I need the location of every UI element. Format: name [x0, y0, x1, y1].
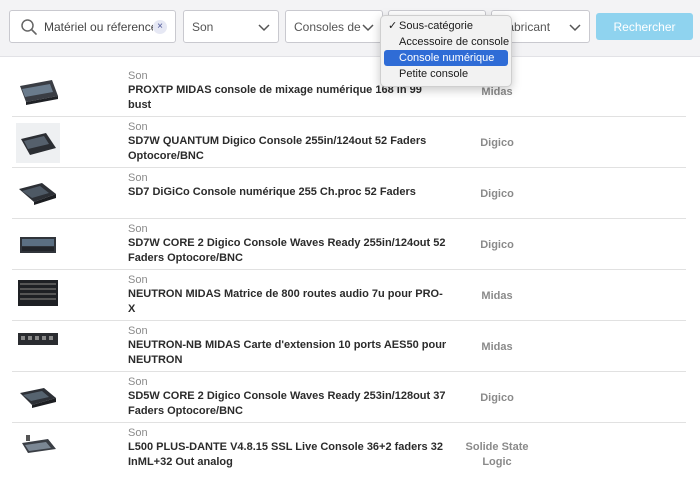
check-icon: ✓: [388, 20, 398, 32]
dropdown-item-petite-console[interactable]: Petite console: [384, 66, 508, 82]
category-select-value: Son: [192, 19, 214, 34]
dropdown-item-label: Console numérique: [399, 52, 495, 64]
product-title: PROXTP MIDAS console de mixage numérique…: [128, 84, 422, 111]
product-category: Son: [128, 223, 148, 235]
product-thumbnail: [16, 123, 60, 163]
dropdown-item-sous-categorie[interactable]: ✓ Sous-catégorie: [384, 18, 508, 34]
product-thumbnail: [20, 237, 56, 253]
subcategory-select[interactable]: Consoles de M: [285, 10, 383, 43]
chevron-down-icon: [258, 23, 270, 31]
product-thumbnail: [22, 435, 56, 453]
product-row[interactable]: Son NEUTRON MIDAS Matrice de 800 routes …: [12, 270, 686, 321]
subcategory-dropdown-menu: ✓ Sous-catégorie Accessoire de console C…: [380, 15, 512, 87]
product-title: NEUTRON MIDAS Matrice de 800 routes audi…: [128, 288, 443, 315]
product-row[interactable]: Son SD5W CORE 2 Digico Console Waves Rea…: [12, 372, 686, 423]
product-row[interactable]: Son SD7W CORE 2 Digico Console Waves Rea…: [12, 219, 686, 270]
dropdown-item-console-numerique[interactable]: Console numérique: [384, 50, 508, 66]
filter-bar: Matériel ou réference × Son Consoles de …: [0, 0, 700, 57]
chevron-down-icon: [569, 23, 581, 31]
product-title: NEUTRON-NB MIDAS Carte d'extension 10 po…: [128, 339, 447, 366]
product-brand: Digico: [480, 392, 514, 404]
dropdown-item-accessoire-de-console[interactable]: Accessoire de console: [384, 34, 510, 50]
product-list: Son PROXTP MIDAS console de mixage numér…: [12, 66, 686, 474]
product-category: Son: [128, 121, 148, 133]
product-thumbnail: [18, 333, 58, 345]
product-thumbnail: [19, 183, 56, 205]
search-input-text: Matériel ou réference: [44, 19, 153, 34]
product-row[interactable]: Son SD7 DiGiCo Console numérique 255 Ch.…: [12, 168, 686, 219]
product-row[interactable]: Son PROXTP MIDAS console de mixage numér…: [12, 66, 686, 117]
product-category: Son: [128, 70, 148, 82]
dropdown-item-label: Accessoire de console: [399, 36, 510, 48]
search-input[interactable]: Matériel ou réference ×: [9, 10, 176, 43]
product-category: Son: [128, 376, 148, 388]
product-row[interactable]: Son NEUTRON-NB MIDAS Carte d'extension 1…: [12, 321, 686, 372]
category-select[interactable]: Son: [183, 10, 279, 43]
product-category: Son: [128, 325, 148, 337]
product-title: SD5W CORE 2 Digico Console Waves Ready 2…: [128, 390, 446, 417]
product-brand: Midas: [481, 341, 513, 353]
product-brand: Digico: [480, 188, 514, 200]
product-brand: Midas: [481, 86, 513, 98]
product-brand: Digico: [480, 137, 514, 149]
clear-search-icon[interactable]: ×: [153, 19, 167, 34]
product-brand: Digico: [480, 239, 514, 251]
product-category: Son: [128, 427, 148, 439]
product-title: L500 PLUS-DANTE V4.8.15 SSL Live Console…: [128, 441, 443, 468]
product-thumbnail: [18, 280, 58, 306]
search-button[interactable]: Rechercher: [596, 13, 693, 40]
product-thumbnail: [20, 388, 56, 408]
dropdown-item-label: Petite console: [399, 68, 469, 80]
product-category: Son: [128, 172, 148, 184]
product-brand: Solide State Logic: [465, 441, 529, 468]
subcategory-select-value: Consoles de M: [294, 19, 361, 34]
product-category: Son: [128, 274, 148, 286]
product-row[interactable]: Son SD7W QUANTUM Digico Console 255in/12…: [12, 117, 686, 168]
dropdown-item-label: Sous-catégorie: [399, 20, 473, 32]
chevron-down-icon: [362, 23, 374, 31]
product-brand: Midas: [481, 290, 513, 302]
product-title: SD7W CORE 2 Digico Console Waves Ready 2…: [128, 237, 446, 264]
search-icon: [21, 18, 37, 35]
product-row[interactable]: Son L500 PLUS-DANTE V4.8.15 SSL Live Con…: [12, 423, 686, 474]
product-thumbnail: [20, 80, 58, 105]
product-title: SD7 DiGiCo Console numérique 255 Ch.proc…: [128, 186, 416, 198]
product-title: SD7W QUANTUM Digico Console 255in/124out…: [128, 135, 427, 162]
